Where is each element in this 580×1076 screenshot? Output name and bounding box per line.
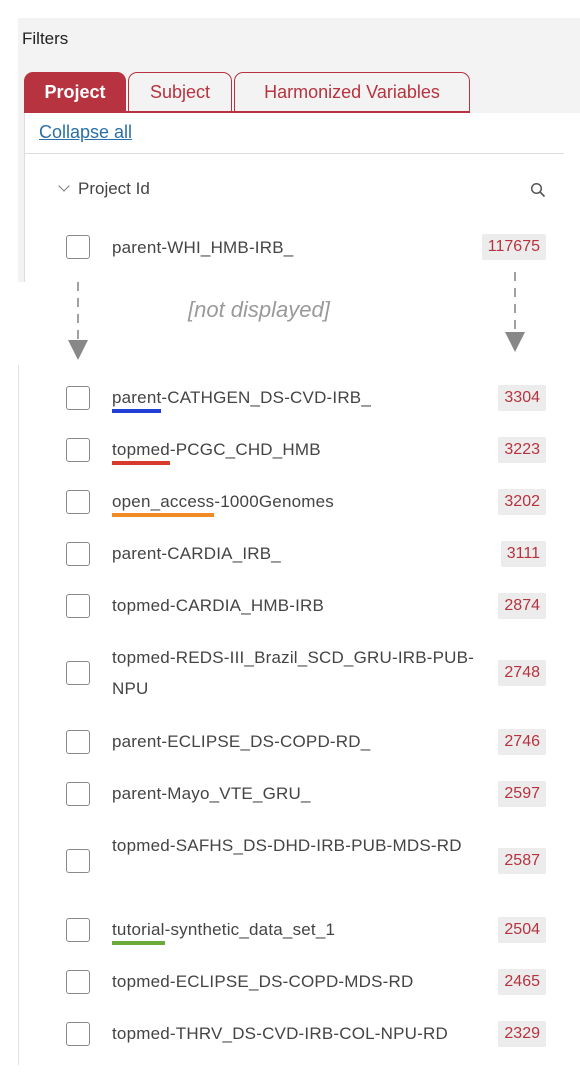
list-item[interactable]: topmed-ECLIPSE_DS-COPD-MDS-RD 2465: [64, 966, 554, 997]
divider: [24, 153, 564, 154]
checkbox[interactable]: [66, 781, 90, 806]
count-badge: 2465: [498, 968, 546, 995]
project-prefix: parent: [112, 382, 162, 413]
count-badge: 2597: [498, 780, 546, 807]
checkbox[interactable]: [66, 917, 90, 942]
project-id-header[interactable]: Project Id: [58, 179, 150, 199]
search-icon[interactable]: [530, 182, 546, 198]
list-item[interactable]: topmed-REDS-III_Brazil_SCD_GRU-IRB-PUB-N…: [64, 642, 554, 704]
project-prefix: open_access: [112, 486, 215, 517]
down-arrow-icon: [505, 272, 525, 352]
project-name-rest: -synthetic_data_set_1: [164, 920, 336, 939]
checkbox[interactable]: [66, 437, 90, 462]
down-arrow-icon: [68, 282, 88, 360]
project-prefix: topmed: [112, 434, 170, 465]
list-item[interactable]: parent -CATHGEN_DS-CVD-IRB_ 3304: [64, 382, 554, 413]
prefix-underline: [112, 941, 165, 945]
count-badge: 3223: [498, 436, 546, 463]
count-badge: 2329: [498, 1020, 546, 1047]
not-displayed-note: [not displayed]: [188, 297, 330, 322]
checkbox[interactable]: [66, 593, 90, 618]
count-badge: 3304: [498, 384, 546, 411]
checkbox[interactable]: [66, 541, 90, 566]
count-badge: 2748: [498, 660, 546, 686]
project-label: topmed-REDS-III_Brazil_SCD_GRU-IRB-PUB-N…: [112, 642, 482, 704]
collapse-all-link[interactable]: Collapse all: [39, 122, 132, 143]
tab-harmonized-variables[interactable]: Harmonized Variables: [234, 72, 470, 111]
project-label: tutorial -synthetic_data_set_1: [112, 914, 482, 945]
list-item[interactable]: parent-WHI_HMB-IRB_ 117675: [64, 232, 554, 263]
project-label: topmed-THRV_DS-CVD-IRB-COL-NPU-RD: [112, 1018, 482, 1049]
count-badge: 3111: [500, 540, 546, 567]
list-item[interactable]: topmed -PCGC_CHD_HMB 3223: [64, 434, 554, 465]
project-label: parent-CARDIA_IRB_: [112, 538, 482, 569]
project-name-rest: topmed-CARDIA_HMB-IRB: [112, 596, 325, 615]
project-name-rest: parent-Mayo_VTE_GRU_: [112, 784, 311, 803]
list-item[interactable]: topmed-CARDIA_HMB-IRB 2874: [64, 590, 554, 621]
checkbox[interactable]: [66, 849, 90, 873]
checkbox[interactable]: [66, 729, 90, 754]
checkbox[interactable]: [66, 385, 90, 410]
project-label: topmed-ECLIPSE_DS-COPD-MDS-RD: [112, 966, 482, 997]
list-item[interactable]: parent-CARDIA_IRB_ 3111: [64, 538, 554, 569]
project-id-label: Project Id: [78, 179, 150, 198]
project-label: parent-Mayo_VTE_GRU_: [112, 778, 482, 809]
count-badge: 2746: [498, 728, 546, 755]
list-item[interactable]: topmed-THRV_DS-CVD-IRB-COL-NPU-RD 2329: [64, 1018, 554, 1049]
project-name-rest: -CATHGEN_DS-CVD-IRB_: [161, 388, 371, 407]
project-label: topmed -PCGC_CHD_HMB: [112, 434, 482, 465]
prefix-underline: [112, 409, 162, 413]
project-name-rest: topmed-REDS-III_Brazil_SCD_GRU-IRB-PUB-N…: [112, 648, 475, 698]
list-item[interactable]: open_access -1000Genomes 3202: [64, 486, 554, 517]
prefix-underline: [112, 513, 215, 517]
project-prefix: tutorial: [112, 914, 165, 945]
project-label: topmed-SAFHS_DS-DHD-IRB-PUB-MDS-RD: [112, 830, 482, 861]
project-label: open_access -1000Genomes: [112, 486, 482, 517]
project-name-rest: topmed-THRV_DS-CVD-IRB-COL-NPU-RD: [112, 1024, 448, 1043]
checkbox[interactable]: [66, 1021, 90, 1046]
project-label: parent-ECLIPSE_DS-COPD-RD_: [112, 726, 482, 757]
tab-subject[interactable]: Subject: [128, 72, 232, 111]
project-name-rest: -PCGC_CHD_HMB: [169, 440, 321, 459]
list-item[interactable]: topmed-SAFHS_DS-DHD-IRB-PUB-MDS-RD 2587: [64, 830, 554, 892]
count-badge: 2587: [498, 848, 546, 874]
project-name-rest: parent-ECLIPSE_DS-COPD-RD_: [112, 732, 371, 751]
checkbox[interactable]: [66, 969, 90, 994]
count-badge: 2504: [498, 916, 546, 943]
filters-title: Filters: [22, 29, 69, 48]
list-item[interactable]: parent-ECLIPSE_DS-COPD-RD_ 2746: [64, 726, 554, 757]
checkbox[interactable]: [66, 235, 90, 259]
project-name-rest: topmed-ECLIPSE_DS-COPD-MDS-RD: [112, 972, 414, 991]
project-list: [18, 365, 580, 1065]
tab-project[interactable]: Project: [24, 72, 126, 111]
project-label: parent -CATHGEN_DS-CVD-IRB_: [112, 382, 482, 413]
project-name-rest: -1000Genomes: [214, 492, 334, 511]
project-name-rest: topmed-SAFHS_DS-DHD-IRB-PUB-MDS-RD: [112, 836, 462, 855]
count-badge: 117675: [481, 234, 546, 260]
checkbox[interactable]: [66, 489, 90, 514]
project-label: topmed-CARDIA_HMB-IRB: [112, 590, 482, 621]
chevron-down-icon[interactable]: [58, 180, 70, 192]
list-item[interactable]: tutorial -synthetic_data_set_1 2504: [64, 914, 554, 945]
list-item[interactable]: parent-Mayo_VTE_GRU_ 2597: [64, 778, 554, 809]
project-label: parent-WHI_HMB-IRB_: [112, 238, 294, 257]
checkbox[interactable]: [66, 661, 90, 685]
prefix-underline: [112, 461, 170, 465]
count-badge: 2874: [498, 592, 546, 619]
count-badge: 3202: [498, 488, 546, 515]
project-name-rest: parent-CARDIA_IRB_: [112, 544, 281, 563]
